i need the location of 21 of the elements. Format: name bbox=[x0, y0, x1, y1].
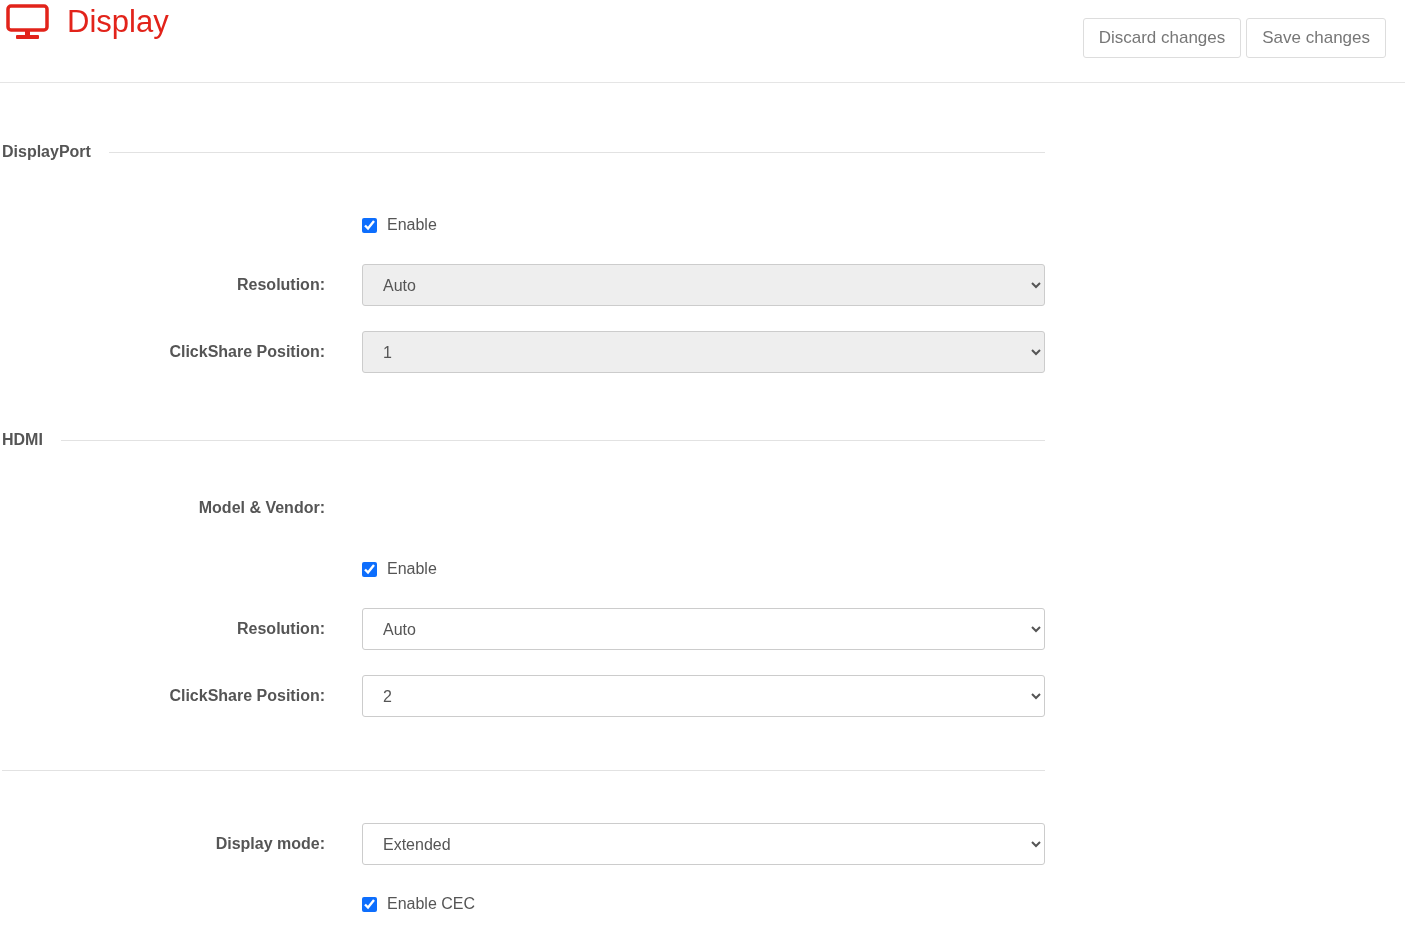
field-label: Display mode: bbox=[214, 835, 325, 853]
section-title: DisplayPort bbox=[2, 143, 91, 161]
discard-button[interactable]: Discard changes bbox=[1082, 18, 1242, 58]
field-label: Resolution: bbox=[236, 276, 325, 294]
checkbox-label: Enable CEC bbox=[387, 895, 476, 913]
select-field[interactable]: Extended bbox=[362, 823, 1045, 865]
select-field[interactable]: 2 bbox=[362, 675, 1045, 717]
enable-checkbox[interactable] bbox=[362, 217, 377, 233]
select-field[interactable]: Auto bbox=[362, 608, 1045, 650]
monitor-icon bbox=[6, 4, 49, 40]
enable-checkbox[interactable] bbox=[362, 896, 377, 912]
field-label: Resolution: bbox=[236, 620, 325, 638]
save-button[interactable]: Save changes bbox=[1246, 18, 1386, 58]
checkbox-label: Enable bbox=[387, 560, 437, 578]
field-label: Model & Vendor: bbox=[197, 499, 325, 517]
checkbox-label: Enable bbox=[387, 216, 437, 234]
section-title: HDMI bbox=[2, 431, 43, 449]
field-label: ClickShare Position: bbox=[168, 687, 325, 705]
page-title: Display bbox=[67, 4, 169, 40]
field-label: ClickShare Position: bbox=[168, 343, 325, 361]
enable-checkbox[interactable] bbox=[362, 561, 377, 577]
